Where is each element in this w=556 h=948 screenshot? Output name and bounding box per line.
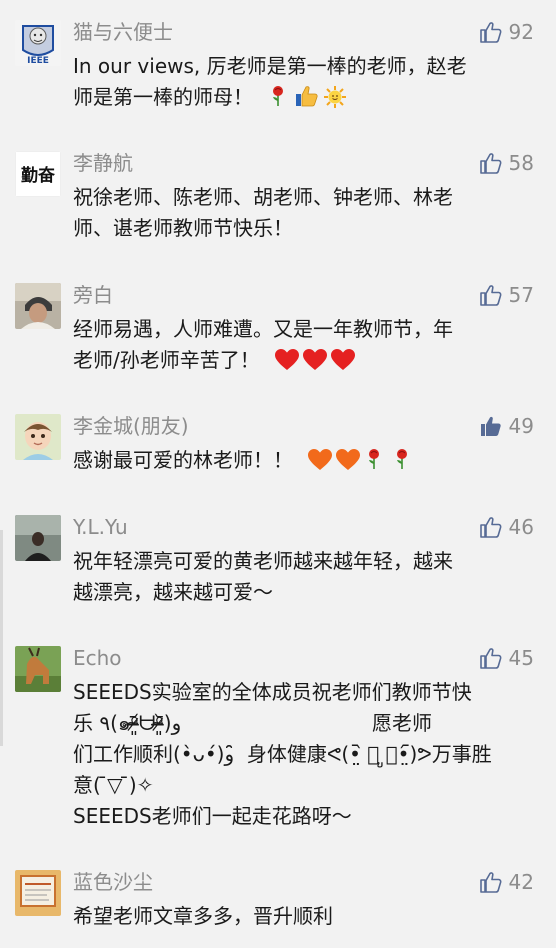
comment-line-text: 乐 ٩(๑ᵒ̴̶̷͈᷄ᗨᵒ̴̶̷͈᷅)و 愿老师 xyxy=(73,711,432,735)
comment-line-text: In our views, 厉老师是第一棒的老师，赵老 xyxy=(73,54,467,78)
commenter-name[interactable]: 李金城(朋友) xyxy=(73,414,189,438)
comment-line: 师是第一棒的师母！ xyxy=(73,82,535,113)
heart-icon xyxy=(330,348,356,370)
comment-line: 希望老师文章多多，晋升顺利 xyxy=(73,901,535,932)
comment-text: 希望老师文章多多，晋升顺利 xyxy=(73,901,535,932)
comment-line-text: 祝徐老师、陈老师、胡老师、钟老师、林老 xyxy=(73,185,453,209)
comment-line: 老师/孙老师辛苦了！ xyxy=(73,345,535,376)
like-button[interactable]: 42 xyxy=(479,870,534,894)
comment-line: 意( ̄▽ ̄)✧ xyxy=(73,770,535,801)
comment-text: 感谢最可爱的林老师！！ xyxy=(73,445,535,476)
avatar[interactable] xyxy=(15,515,61,561)
comment-line-text: SEEEDS实验室的全体成员祝老师们教师节快 xyxy=(73,680,472,704)
thumbs-up-icon xyxy=(479,152,503,174)
comment-line-text: 经师易遇，人师难遭。又是一年教师节，年 xyxy=(73,317,453,341)
thumbs-up-filled-icon xyxy=(479,415,503,437)
rose-icon xyxy=(391,448,417,470)
like-count: 57 xyxy=(508,283,534,307)
like-button[interactable]: 45 xyxy=(479,646,534,670)
comment-text: 祝徐老师、陈老师、胡老师、钟老师、林老 师、谌老师教师节快乐！ xyxy=(73,182,535,244)
comment-line-text: 感谢最可爱的林老师！！ xyxy=(73,448,293,472)
orange-heart-icon xyxy=(307,448,333,470)
like-count: 45 xyxy=(508,646,534,670)
heart-icon xyxy=(302,348,328,370)
comment-line: 经师易遇，人师难遭。又是一年教师节，年 xyxy=(73,314,535,345)
thumbs-up-icon xyxy=(295,85,321,107)
commenter-name[interactable]: 蓝色沙尘 xyxy=(73,870,153,894)
comment-line-text: 们工作顺利(•̀ᴗ•́)و ̑̑ 身体健康ᕙ(•̤᷆ ॒ ູ॒•̤᷇)ᕗ万事胜 xyxy=(73,742,492,766)
orange-heart-icon xyxy=(335,448,361,470)
comment-text: SEEEDS实验室的全体成员祝老师们教师节快乐 ٩(๑ᵒ̴̶̷͈᷄ᗨᵒ̴̶̷͈᷅… xyxy=(73,677,535,832)
heart-icon xyxy=(274,348,300,370)
avatar-logo-text: IEEE xyxy=(27,56,49,66)
comment-line: 师、谌老师教师节快乐！ xyxy=(73,213,535,244)
sun-icon xyxy=(323,85,349,108)
comment-text: In our views, 厉老师是第一棒的老师，赵老 师是第一棒的师母！ xyxy=(73,51,535,113)
thumbs-up-icon xyxy=(479,516,503,538)
like-count: 42 xyxy=(508,870,534,894)
comment-line-text: SEEEDS老师们一起走花路呀～ xyxy=(73,804,352,828)
commenter-name[interactable]: 旁白 xyxy=(73,283,113,307)
like-button[interactable]: 58 xyxy=(479,151,534,175)
comment-line: SEEEDS实验室的全体成员祝老师们教师节快 xyxy=(73,677,535,708)
rose-icon xyxy=(363,448,389,470)
comment-text: 经师易遇，人师难遭。又是一年教师节，年 老师/孙老师辛苦了！ xyxy=(73,314,535,376)
comment-line: In our views, 厉老师是第一棒的老师，赵老 xyxy=(73,51,535,82)
comment-line: SEEEDS老师们一起走花路呀～ xyxy=(73,801,535,832)
commenter-name[interactable]: Echo xyxy=(73,646,122,670)
scroll-edge xyxy=(0,530,3,746)
comment-list: IEEE 猫与六便士 92 In our views, 厉老师是第一棒的老师，赵老 师是… xyxy=(0,0,556,948)
like-count: 92 xyxy=(508,20,534,44)
comment-line-text: 意( ̄▽ ̄)✧ xyxy=(73,773,154,797)
like-count: 58 xyxy=(508,151,534,175)
comment-line: 越漂亮，越来越可爱～ xyxy=(73,577,535,608)
avatar[interactable]: IEEE xyxy=(15,20,61,66)
comment-line-text: 越漂亮，越来越可爱～ xyxy=(73,580,273,604)
like-button[interactable]: 57 xyxy=(479,283,534,307)
comment-line: 们工作顺利(•̀ᴗ•́)و ̑̑ 身体健康ᕙ(•̤᷆ ॒ ູ॒•̤᷇)ᕗ万事胜 xyxy=(73,739,535,770)
comment-line-text: 祝年轻漂亮可爱的黄老师越来越年轻，越来 xyxy=(73,549,453,573)
comment-line-text: 师、谌老师教师节快乐！ xyxy=(73,216,293,240)
thumbs-up-icon xyxy=(479,284,503,306)
comment-line-text: 希望老师文章多多，晋升顺利 xyxy=(73,904,333,928)
avatar[interactable] xyxy=(15,646,61,692)
rose-icon xyxy=(267,85,293,107)
avatar[interactable] xyxy=(15,283,61,329)
commenter-name[interactable]: Y.L.Yu xyxy=(73,515,128,539)
comment-line: 感谢最可爱的林老师！！ xyxy=(73,445,535,476)
like-button[interactable]: 92 xyxy=(479,20,534,44)
commenter-name[interactable]: 李静航 xyxy=(73,151,133,175)
thumbs-up-icon xyxy=(479,871,503,893)
avatar[interactable]: 勤奋 xyxy=(15,151,61,197)
commenter-name[interactable]: 猫与六便士 xyxy=(73,20,173,44)
thumbs-up-icon xyxy=(479,21,503,43)
comment-line-text: 老师/孙老师辛苦了！ xyxy=(73,348,260,372)
comment-line: 祝年轻漂亮可爱的黄老师越来越年轻，越来 xyxy=(73,546,535,577)
comment-text: 祝年轻漂亮可爱的黄老师越来越年轻，越来 越漂亮，越来越可爱～ xyxy=(73,546,535,608)
like-count: 49 xyxy=(508,414,534,438)
avatar[interactable] xyxy=(15,870,61,916)
like-button[interactable]: 46 xyxy=(479,515,534,539)
thumbs-up-icon xyxy=(479,647,503,669)
like-count: 46 xyxy=(508,515,534,539)
like-button[interactable]: 49 xyxy=(479,414,534,438)
avatar[interactable] xyxy=(15,414,61,460)
svg-text:勤奋: 勤奋 xyxy=(21,165,56,186)
comment-line: 乐 ٩(๑ᵒ̴̶̷͈᷄ᗨᵒ̴̶̷͈᷅)و 愿老师 xyxy=(73,708,535,739)
comment-line-text: 师是第一棒的师母！ xyxy=(73,85,253,109)
comment-line: 祝徐老师、陈老师、胡老师、钟老师、林老 xyxy=(73,182,535,213)
